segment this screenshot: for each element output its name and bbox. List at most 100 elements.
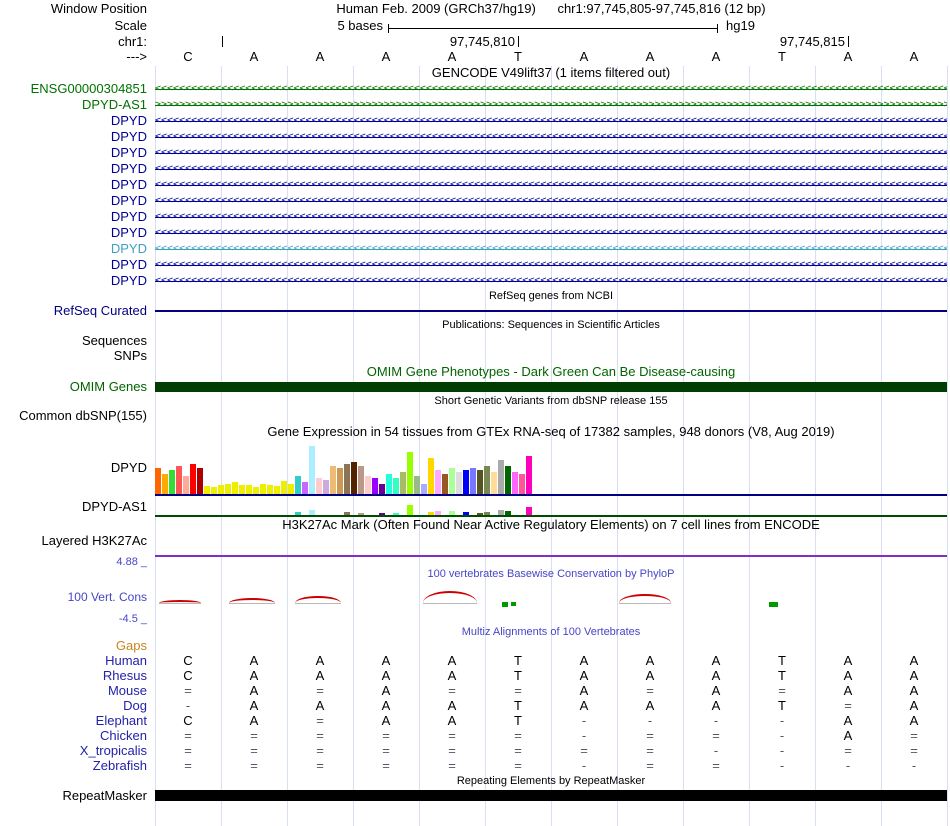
track-label-repeatmasker[interactable]: RepeatMasker [0,789,155,803]
species-label-x_tropicalis[interactable]: X_tropicalis [0,743,155,758]
track-label-dpyd[interactable]: DPYD [0,225,155,241]
alignment-cell: = [184,683,192,698]
strand-arrows: <<<<<<<<<<<<<<<<<<<<<<<<<<<<<<<<<<<<<<<<… [155,131,947,142]
gene-transcript[interactable]: <<<<<<<<<<<<<<<<<<<<<<<<<<<<<<<<<<<<<<<<… [155,161,947,177]
gene-transcript[interactable]: <<<<<<<<<<<<<<<<<<<<<<<<<<<<<<<<<<<<<<<<… [155,241,947,257]
gtex-tissue-bar [351,462,357,494]
track-label-ensg00000304851[interactable]: ENSG00000304851 [0,81,155,97]
gene-transcript[interactable]: <<<<<<<<<<<<<<<<<<<<<<<<<<<<<<<<<<<<<<<<… [155,225,947,241]
gene-transcript[interactable]: <<<<<<<<<<<<<<<<<<<<<<<<<<<<<<<<<<<<<<<<… [155,113,947,129]
alignment-cell: A [249,698,259,713]
track-label-100-vert-cons[interactable]: 100 Vert. Cons [0,581,155,613]
species-label-zebrafish[interactable]: Zebrafish [0,758,155,773]
alignment-cell: A [315,698,325,713]
strand-arrows: <<<<<<<<<<<<<<<<<<<<<<<<<<<<<<<<<<<<<<<<… [155,195,947,206]
phylop-wiggle-track[interactable] [155,581,947,613]
species-label-rhesus[interactable]: Rhesus [0,668,155,683]
gene-row: DPYD <<<<<<<<<<<<<<<<<<<<<<<<<<<<<<<<<<<<… [0,193,950,209]
gtex-tissue-bar [218,485,224,494]
alignment-cell: = [646,758,654,773]
gtex-dpyd-as1-bar-chart[interactable] [155,496,947,517]
track-label-dpyd[interactable]: DPYD [0,113,155,129]
track-label-dpyd-as1[interactable]: DPYD-AS1 [0,97,155,113]
gene-transcript[interactable]: <<<<<<<<<<<<<<<<<<<<<<<<<<<<<<<<<<<<<<<<… [155,145,947,161]
alignment-cell: A [645,698,655,713]
alignment-cell: - [647,713,653,728]
strand-arrows: <<<<<<<<<<<<<<<<<<<<<<<<<<<<<<<<<<<<<<<<… [155,275,947,286]
alignment-cell: - [779,758,785,773]
alignment-cell: A [579,698,589,713]
gene-transcript[interactable]: <<<<<<<<<<<<<<<<<<<<<<<<<<<<<<<<<<<<<<<<… [155,273,947,289]
track-label-dpyd[interactable]: DPYD [0,161,155,177]
track-label-dpyd[interactable]: DPYD [0,129,155,145]
track-label-dpyd[interactable]: DPYD [0,257,155,273]
alignment-cell: T [778,653,786,668]
gtex-tissue-bar [358,466,364,494]
alignment-cell: A [315,653,325,668]
gene-transcript[interactable]: <<<<<<<<<<<<<<<<<<<<<<<<<<<<<<<<<<<<<<<<… [155,257,947,273]
gene-transcript[interactable]: <<<<<<<<<<<<<<<<<<<<<<<<<<<<<<<<<<<<<<<<… [155,81,947,97]
track-label-dpyd[interactable]: DPYD [0,273,155,289]
alignment-cell: - [911,758,917,773]
track-label-layered-h3k27ac[interactable]: Layered H3K27Ac [0,533,155,557]
track-label-gtex-dpyd-as1[interactable]: DPYD-AS1 [0,496,155,517]
scale-value: 5 bases [337,18,383,33]
omim-genes-track[interactable] [155,380,947,394]
track-label-refseq-curated[interactable]: RefSeq Curated [0,303,155,318]
gtex-dpyd-bar-chart[interactable] [155,440,947,496]
track-label-gaps[interactable]: Gaps [0,639,155,653]
track-label-dpyd[interactable]: DPYD [0,193,155,209]
phylop-track-title: 100 vertebrates Basewise Conservation by… [427,568,675,580]
track-label-dpyd[interactable]: DPYD [0,209,155,225]
strand-arrows: <<<<<<<<<<<<<<<<<<<<<<<<<<<<<<<<<<<<<<<<… [155,83,947,94]
gtex-tissue-bar [449,511,455,515]
repeatmasker-track[interactable] [155,789,947,803]
gene-transcript[interactable]: <<<<<<<<<<<<<<<<<<<<<<<<<<<<<<<<<<<<<<<<… [155,129,947,145]
alignment-cell: C [183,653,193,668]
gene-transcript[interactable]: >>>>>>>>>>>>>>>>>>>>>>>>>>>>>>>>>>>>>>>>… [155,97,947,113]
gene-transcript[interactable]: <<<<<<<<<<<<<<<<<<<<<<<<<<<<<<<<<<<<<<<<… [155,209,947,225]
gtex-tissue-bar [477,513,483,515]
species-label-mouse[interactable]: Mouse [0,683,155,698]
track-label-snps[interactable]: SNPs [0,348,155,363]
gene-transcript[interactable]: <<<<<<<<<<<<<<<<<<<<<<<<<<<<<<<<<<<<<<<<… [155,177,947,193]
assembly-name: Human Feb. 2009 (GRCh37/hg19) [336,1,536,16]
refseq-curated-track[interactable] [155,303,947,318]
gtex-tissue-bar [309,446,315,494]
scale-track: 5 bases hg19 [155,17,947,34]
alignment-cell: A [843,728,853,743]
h3k27ac-track[interactable] [155,533,947,557]
ucsc-genome-browser[interactable]: Window Position Human Feb. 2009 (GRCh37/… [0,0,950,826]
strand-arrows: <<<<<<<<<<<<<<<<<<<<<<<<<<<<<<<<<<<<<<<<… [155,227,947,238]
alignment-cell: A [381,668,391,683]
alignment-cell: = [382,728,390,743]
species-label-chicken[interactable]: Chicken [0,728,155,743]
track-label-dpyd[interactable]: DPYD [0,177,155,193]
species-label-elephant[interactable]: Elephant [0,713,155,728]
alignment-cell: A [381,713,391,728]
track-label-dpyd[interactable]: DPYD [0,241,155,257]
gtex-tissue-bar [449,468,455,494]
alignment-cell: = [646,743,654,758]
alignment-cell: T [778,698,786,713]
species-label-human[interactable]: Human [0,653,155,668]
gene-row: DPYD <<<<<<<<<<<<<<<<<<<<<<<<<<<<<<<<<<<<… [0,257,950,273]
track-label-dpyd[interactable]: DPYD [0,145,155,161]
multiz-species-row: Mouse = A = A = = A = A = A A [0,683,950,698]
repeatmasker-bar [155,790,947,801]
track-label-omim-genes[interactable]: OMIM Genes [0,380,155,394]
alignment-cell: = [910,743,918,758]
track-label-gtex-dpyd[interactable]: DPYD [0,440,155,496]
alignment-cell: A [447,713,457,728]
track-label-sequences[interactable]: Sequences [0,333,155,348]
track-label-common-dbsnp[interactable]: Common dbSNP(155) [0,408,155,423]
alignment-cell: = [250,728,258,743]
gtex-tissue-bar [407,505,413,515]
alignment-cell: A [381,653,391,668]
gtex-tissue-bar [323,480,329,494]
gene-transcript[interactable]: <<<<<<<<<<<<<<<<<<<<<<<<<<<<<<<<<<<<<<<<… [155,193,947,209]
species-label-dog[interactable]: Dog [0,698,155,713]
